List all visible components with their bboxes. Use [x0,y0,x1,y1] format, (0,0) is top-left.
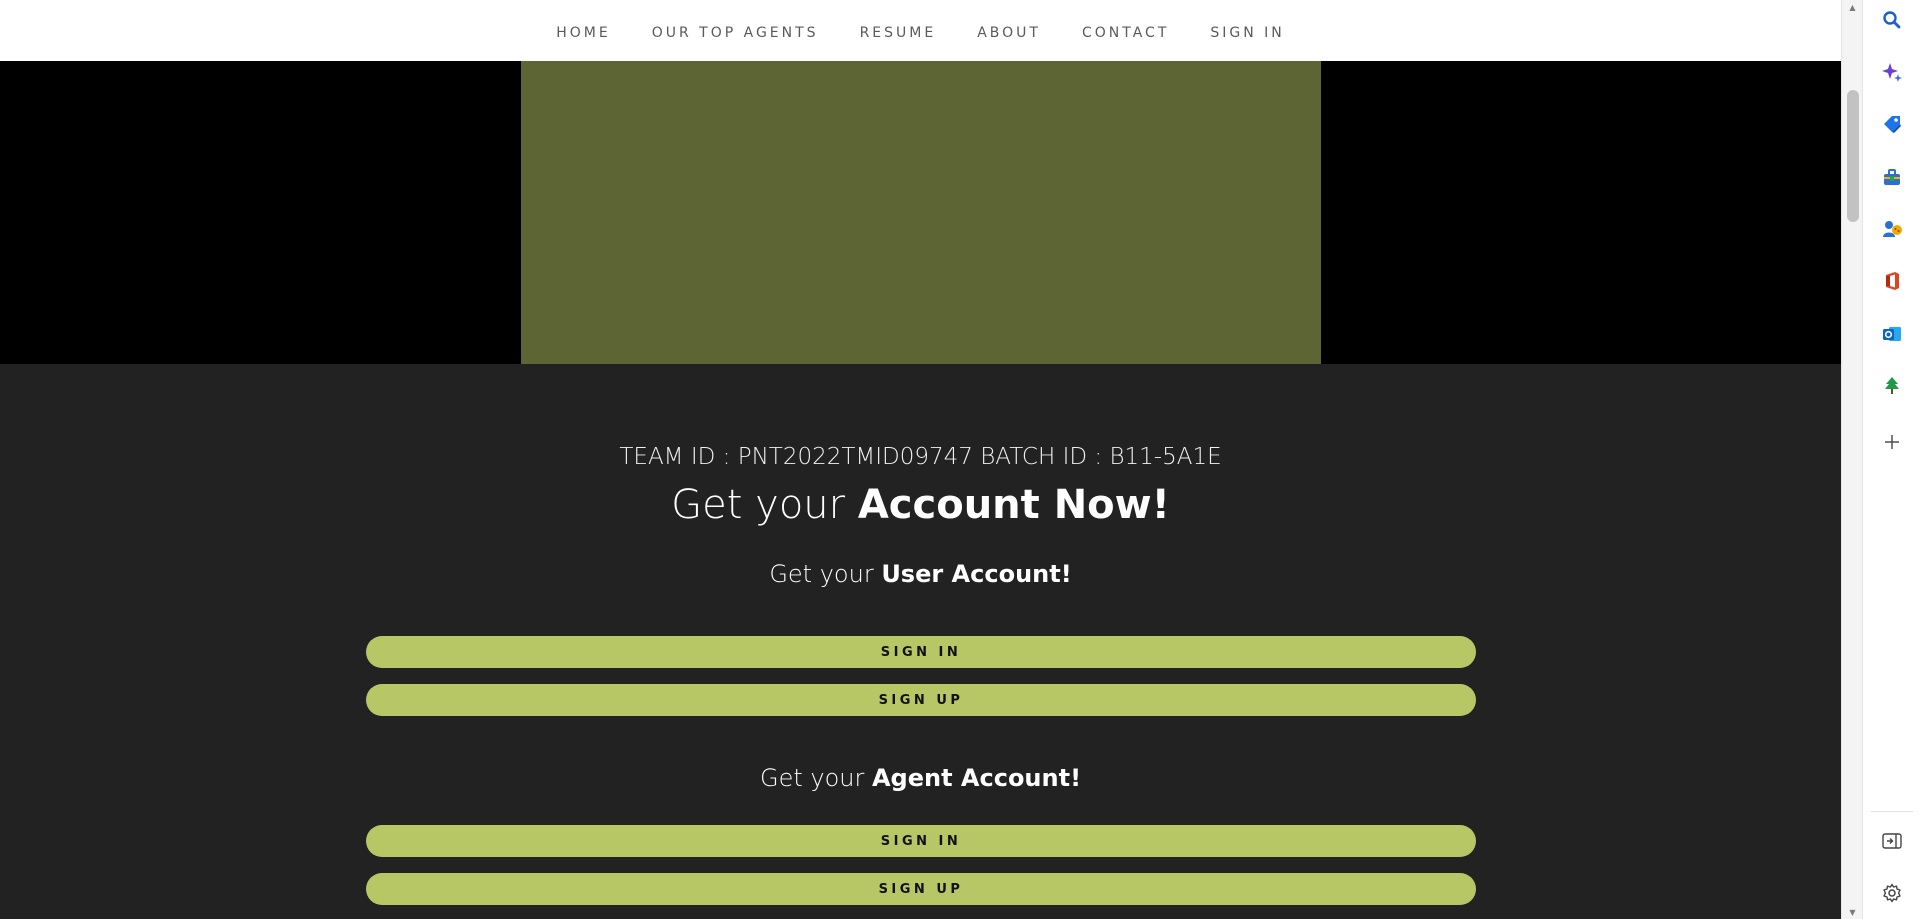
browser-sidebar [1862,0,1920,919]
nav-links: HOME OUR TOP AGENTS RESUME ABOUT CONTACT… [556,21,1285,41]
agent-account-heading: Get your Agent Account! [0,764,1841,792]
agent-sign-up-button[interactable]: SIGN UP [366,873,1476,905]
headline-bold: Account Now! [857,482,1170,528]
nav-home[interactable]: HOME [556,25,610,41]
scroll-up-arrow-icon[interactable]: ▲ [1842,0,1863,14]
user-heading-prefix: Get your [769,560,882,588]
copilot-icon[interactable] [1880,60,1904,84]
page-headline: Get your Account Now! [0,482,1841,528]
sidebar-collapse-icon[interactable] [1880,829,1904,853]
hero-media-placeholder [521,61,1321,364]
user-account-heading: Get your User Account! [0,560,1841,588]
nav-resume[interactable]: RESUME [860,25,937,41]
agent-heading-bold: Agent Account! [871,764,1082,792]
office-icon[interactable] [1880,269,1904,293]
outlook-icon[interactable] [1880,322,1904,346]
tools-icon[interactable] [1880,165,1904,189]
user-sign-up-button[interactable]: SIGN UP [366,684,1476,716]
sidebar-divider [1871,811,1913,812]
scroll-down-arrow-icon[interactable]: ▼ [1842,905,1863,919]
shopping-tag-icon[interactable] [1880,112,1904,136]
hero-section [0,61,1841,364]
user-heading-bold: User Account! [881,560,1072,588]
scrollbar-thumb[interactable] [1847,90,1859,222]
nav-our-top-agents[interactable]: OUR TOP AGENTS [652,25,819,41]
search-icon[interactable] [1880,8,1904,32]
page-scrollbar[interactable]: ▲ ▼ [1841,0,1863,919]
top-navigation: HOME OUR TOP AGENTS RESUME ABOUT CONTACT… [0,0,1841,61]
user-sign-in-button[interactable]: SIGN IN [366,636,1476,668]
agent-sign-in-button[interactable]: SIGN IN [366,825,1476,857]
page: HOME OUR TOP AGENTS RESUME ABOUT CONTACT… [0,0,1841,919]
headline-prefix: Get your [671,482,858,528]
agent-heading-prefix: Get your [759,764,872,792]
add-icon[interactable] [1880,430,1904,454]
nav-contact[interactable]: CONTACT [1082,25,1169,41]
settings-icon[interactable] [1880,881,1904,905]
account-section: TEAM ID : PNT2022TMID09747 BATCH ID : B1… [0,364,1841,919]
games-icon[interactable] [1880,217,1904,241]
team-id-line: TEAM ID : PNT2022TMID09747 BATCH ID : B1… [619,444,1222,470]
tree-icon[interactable] [1880,374,1904,398]
nav-about[interactable]: ABOUT [977,25,1041,41]
nav-sign-in[interactable]: SIGN IN [1210,25,1284,41]
